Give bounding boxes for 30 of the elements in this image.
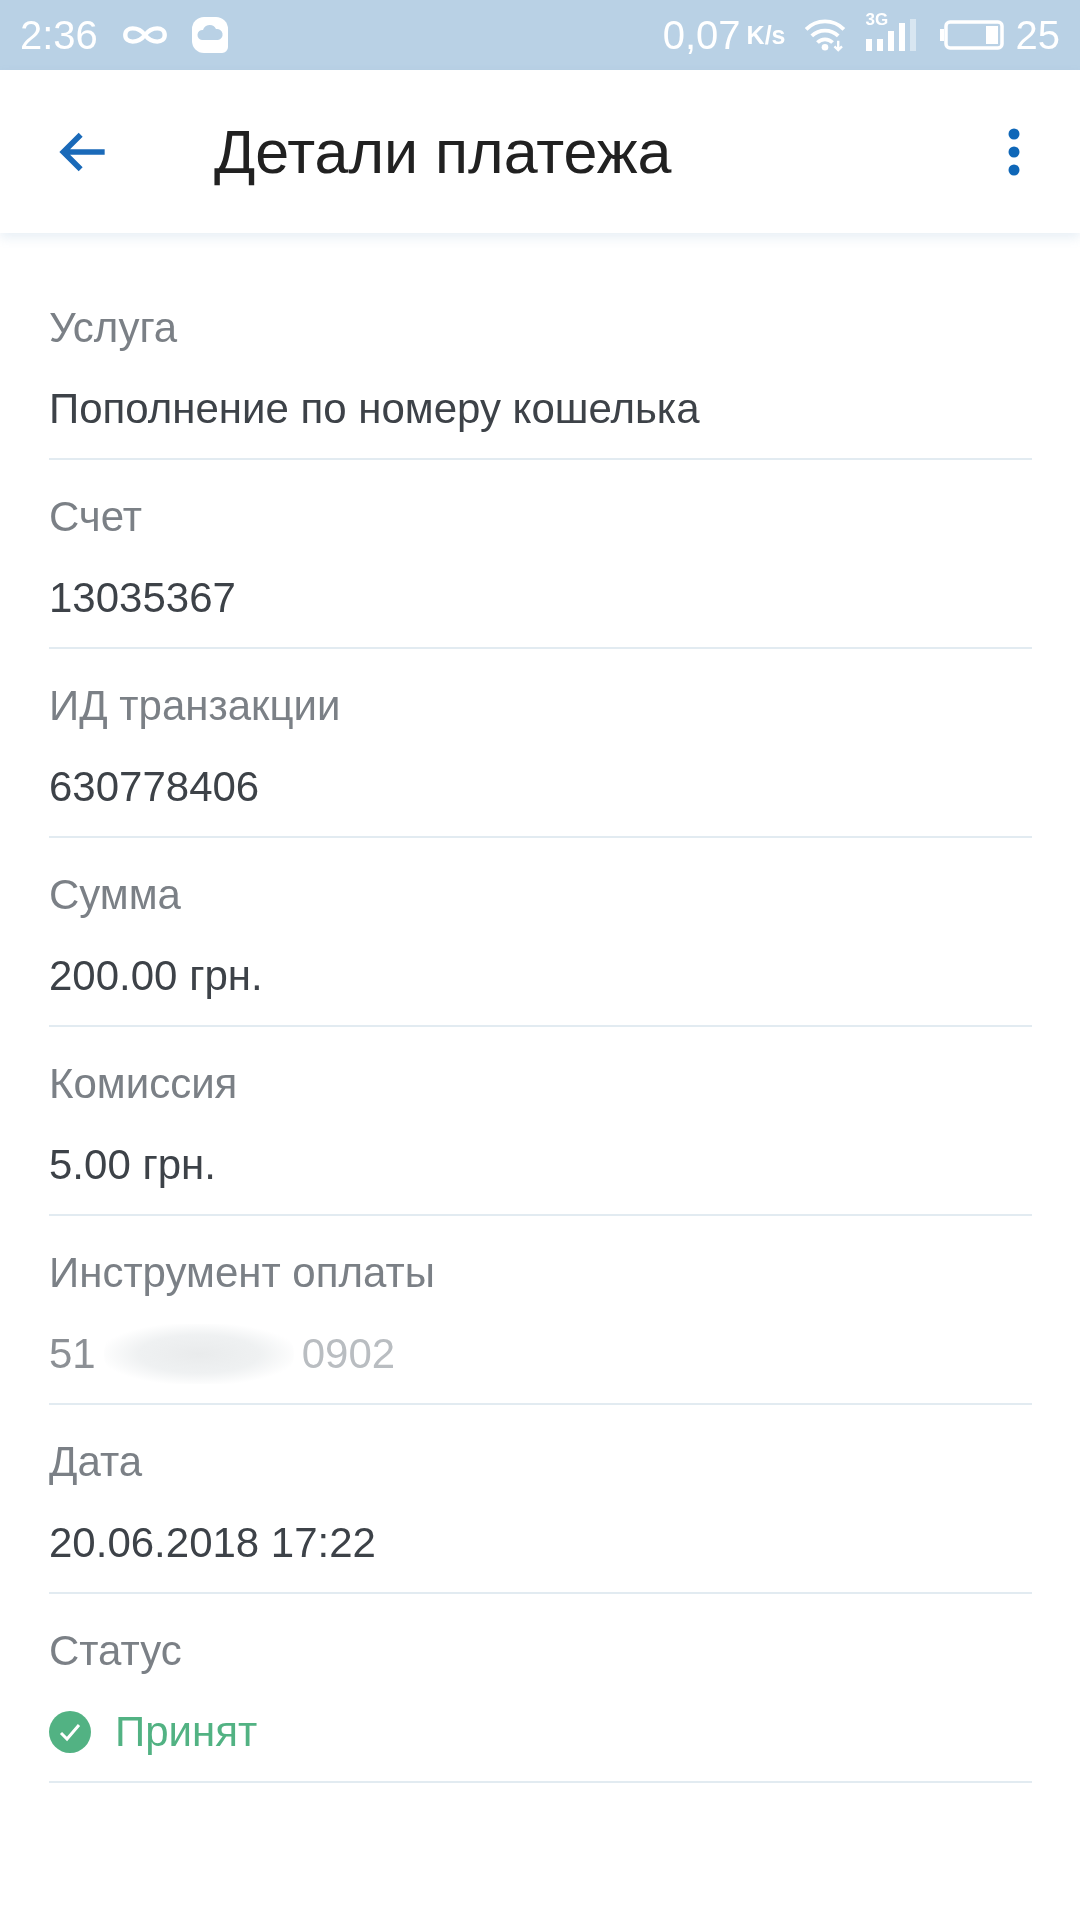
field-label: Сумма xyxy=(49,871,181,919)
network-speed: 0,07 xyxy=(662,12,741,58)
field-label: Комиссия xyxy=(49,1060,238,1108)
field-label: ИД транзакции xyxy=(49,682,341,730)
clock-time: 2:36 xyxy=(20,12,98,58)
cloud-icon xyxy=(191,17,228,53)
check-circle-icon xyxy=(49,1711,91,1753)
more-vertical-icon xyxy=(1008,127,1020,176)
battery-icon xyxy=(939,20,1004,50)
infinity-icon xyxy=(121,25,168,45)
field-label: Инструмент оплаты xyxy=(49,1249,435,1297)
network-type: 3G xyxy=(865,11,889,29)
battery-percent: 25 xyxy=(1015,12,1060,58)
back-arrow-icon xyxy=(58,131,106,172)
field-value: 13035367 xyxy=(49,574,236,622)
field-label: Счет xyxy=(49,493,142,541)
field-value: 0902 xyxy=(301,1330,396,1378)
field-value: 630778406 xyxy=(49,763,260,811)
field-label: Статус xyxy=(49,1627,182,1675)
field-label: Дата xyxy=(49,1438,142,1486)
screen-title: Детали платежа xyxy=(214,116,673,187)
field-value: 20.06.2018 17:22 xyxy=(49,1519,376,1567)
field-value: 200.00 грн. xyxy=(49,952,263,1000)
field-value: Пополнение по номеру кошелька xyxy=(49,385,700,433)
field-value: 51 xyxy=(49,1330,96,1378)
status-value: Принят xyxy=(115,1708,258,1756)
wifi-icon xyxy=(803,18,846,52)
field-label: Услуга xyxy=(49,304,178,352)
field-value: 5.00 грн. xyxy=(49,1141,216,1189)
speed-unit: K/s xyxy=(746,21,786,49)
